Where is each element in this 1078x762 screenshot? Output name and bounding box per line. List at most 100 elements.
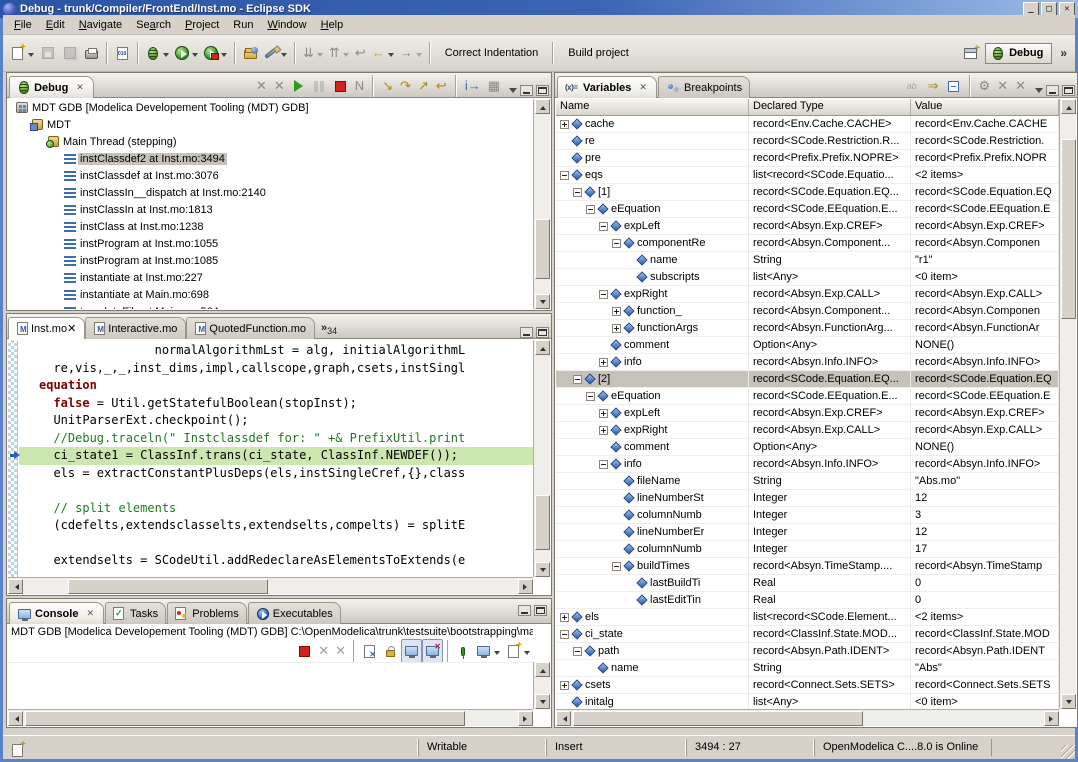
variable-row[interactable]: columnNumbInteger17 [556,541,1059,558]
editor-tabs-overflow[interactable]: »34 [315,322,343,338]
show-console-on-stdout-button[interactable] [401,639,422,663]
tab-problems[interactable]: Problems [167,602,247,624]
dropdown-arrow-icon[interactable] [28,53,34,60]
step-return-button[interactable]: ↗ [415,76,432,96]
variables-scroll-left-icon[interactable] [556,711,571,726]
open-console-button[interactable] [503,639,533,663]
dropdown-arrow-icon[interactable] [524,651,530,658]
display-selected-console-button[interactable] [473,639,503,663]
terminate-button[interactable] [330,76,351,96]
expand-icon[interactable] [612,324,621,333]
code-line[interactable]: //Debug.traceln(" Instclassdef for: " +&… [19,430,533,448]
dropdown-arrow-icon[interactable] [343,53,349,60]
editor-scroll-left-icon[interactable] [8,579,23,594]
close-button[interactable]: ✕ [1059,2,1075,16]
collapse-icon[interactable] [612,562,621,571]
code-line[interactable]: equation [19,377,533,395]
search-button[interactable] [261,41,290,65]
stack-frame-row[interactable]: instantiate at Main.mo:698 [8,286,533,303]
debug-view-menu-icon[interactable] [509,88,517,97]
correct-indentation-button[interactable]: Correct Indentation [437,43,547,63]
stack-frame-row[interactable]: instClassIn__dispatch at Inst.mo:2140 [8,184,533,201]
column-header-declared-type[interactable]: Declared Type [749,99,911,115]
collapse-icon[interactable] [573,375,582,384]
variables-view-menu-icon[interactable] [1035,88,1043,97]
variable-row[interactable]: subscriptslist<Any><0 item> [556,269,1059,286]
variable-row[interactable]: lineNumberErInteger12 [556,524,1059,541]
fast-view-button[interactable] [7,738,28,762]
variable-row[interactable]: [1]record<SCode.Equation.EQ...record<SCo… [556,184,1059,201]
variable-row[interactable]: eEquationrecord<SCode.EEquation.E...reco… [556,201,1059,218]
console-output[interactable] [8,662,533,709]
collapse-icon[interactable] [599,290,608,299]
variable-row[interactable]: function_record<Absyn.Component...record… [556,303,1059,320]
menu-project[interactable]: Project [178,17,226,33]
editor-tab-inst-mo[interactable]: Inst.mo✕ [8,317,85,339]
open-perspective-button[interactable] [960,41,981,65]
column-header-name[interactable]: Name [556,99,749,115]
debug-thread-row[interactable]: Main Thread (stepping) [8,133,533,150]
stack-frame-row[interactable]: instProgram at Inst.mo:1055 [8,235,533,252]
variable-row[interactable]: prerecord<Prefix.Prefix.NOPRE>record<Pre… [556,150,1059,167]
debug-target-row[interactable]: MDT [8,116,533,133]
maximize-button[interactable]: □ [1041,2,1057,16]
drop-to-frame-button[interactable]: ↩ [433,76,450,96]
stack-frame-row[interactable]: instClass at Inst.mo:1238 [8,218,533,235]
variables-scroll-up-icon[interactable] [1061,99,1076,114]
variable-row[interactable]: eEquationrecord<SCode.EEquation.E...reco… [556,388,1059,405]
dropdown-arrow-icon[interactable] [192,53,198,60]
variables-scroll-down-icon[interactable] [1061,694,1076,709]
variable-row[interactable]: initalglist<Any><0 item> [556,694,1059,709]
variable-row[interactable]: inforecord<Absyn.Info.INFO>record<Absyn.… [556,354,1059,371]
menu-window[interactable]: Window [260,17,313,33]
code-line[interactable]: false = Util.getStatefulBoolean(stopInst… [19,395,533,413]
tab-breakpoints[interactable]: Breakpoints [658,76,750,98]
collapse-icon[interactable] [599,222,608,231]
editor-hscroll-thumb[interactable] [68,579,268,594]
stack-frame-row[interactable]: instantiate at Inst.mo:227 [8,269,533,286]
code-editor[interactable]: normalAlgorithmLst = alg, initialAlgorit… [19,342,533,570]
collapse-icon[interactable] [612,239,621,248]
variables-minimize-icon[interactable] [1046,85,1059,96]
dropdown-arrow-icon[interactable] [221,53,227,60]
pin-console-button[interactable] [453,639,473,663]
variable-row[interactable]: eqslist<record<SCode.Equatio...<2 items> [556,167,1059,184]
menu-run[interactable]: Run [226,17,260,33]
stack-frame-row[interactable]: instClassdef at Inst.mo:3076 [8,167,533,184]
menu-help[interactable]: Help [314,17,351,33]
variable-row[interactable]: expLeftrecord<Absyn.Exp.CREF>record<Absy… [556,218,1059,235]
stack-frame-row[interactable]: instClassIn at Inst.mo:1813 [8,201,533,218]
editor-tab-close-icon[interactable]: ✕ [67,322,76,335]
code-line[interactable]: extendselts = SCodeUtil.addRedeclareAsEl… [19,552,533,570]
console-scroll-down-icon[interactable] [535,694,550,709]
run-button[interactable] [172,41,201,65]
code-line[interactable]: UnitParserExt.checkpoint(); [19,412,533,430]
tab-tasks[interactable]: Tasks [105,602,166,624]
editor-minimize-icon[interactable] [520,327,533,338]
debug-view-maximize-icon[interactable] [536,85,549,96]
editor-tab-interactive-mo[interactable]: Interactive.mo [85,317,186,339]
editor-tab-quotedfunction-mo[interactable]: QuotedFunction.mo [186,317,315,339]
print-button[interactable] [81,41,102,65]
dropdown-arrow-icon[interactable] [163,53,169,60]
expand-icon[interactable] [599,409,608,418]
editor-scroll-down-icon[interactable] [535,562,550,577]
code-line[interactable]: (cdefelts,extendsclasselts,extendselts,c… [19,517,533,535]
variable-row[interactable]: columnNumbInteger3 [556,507,1059,524]
collapse-all-button[interactable] [943,76,964,96]
tab-console[interactable]: Console✕ [9,602,104,624]
variable-row[interactable]: functionArgsrecord<Absyn.FunctionArg...r… [556,320,1059,337]
editor-maximize-icon[interactable] [536,327,549,338]
perspective-debug-button[interactable]: Debug [985,43,1052,64]
dropdown-arrow-icon[interactable] [281,53,287,60]
variable-row[interactable]: rerecord<SCode.Restriction.R...record<SC… [556,133,1059,150]
code-line[interactable]: // split elements [19,500,533,518]
editor-scroll-up-icon[interactable] [535,340,550,355]
code-line[interactable]: normalAlgorithmLst = alg, initialAlgorit… [19,342,533,360]
variable-row[interactable]: expRightrecord<Absyn.Exp.CALL>record<Abs… [556,422,1059,439]
expand-icon[interactable] [599,358,608,367]
stack-frame-row[interactable]: translateFile at Main.mo:564 [8,303,533,309]
collapse-icon[interactable] [586,205,595,214]
variables-maximize-icon[interactable] [1062,85,1075,96]
collapse-icon[interactable] [573,188,582,197]
